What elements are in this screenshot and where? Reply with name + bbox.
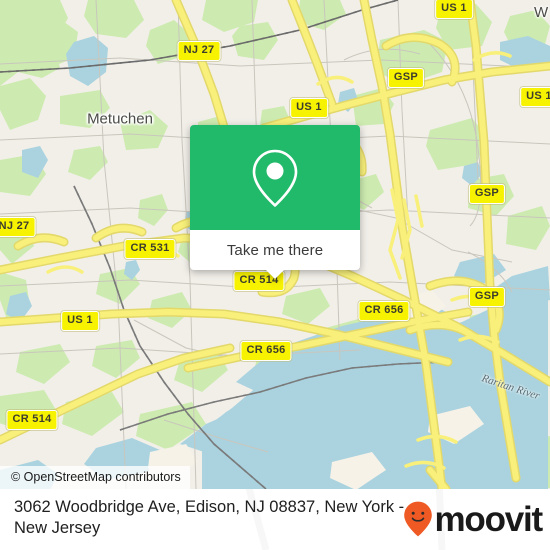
road-shield-nj-27[interactable]: NJ 27 [177,41,221,61]
address-text: 3062 Woodbridge Ave, Edison, NJ 08837, N… [14,498,405,538]
road-shield-us-1[interactable]: US 1 [290,98,328,118]
location-pin-icon [252,149,298,207]
road-shield-cr-656[interactable]: CR 656 [240,341,292,361]
road-shield-gsp[interactable]: GSP [468,287,506,307]
osm-attribution[interactable]: © OpenStreetMap contributors [0,466,190,489]
road-shield-gsp[interactable]: GSP [387,68,425,88]
road-shield-nj-27[interactable]: NJ 27 [0,217,36,237]
destination-popup-card[interactable]: Take me there [190,125,360,279]
road-shield-cr-514[interactable]: CR 514 [6,410,58,430]
road-shield-gsp[interactable]: GSP [468,184,506,204]
road-shield-us-1[interactable]: US 1 [435,0,473,19]
edge-label-woodbridge: W [534,4,549,21]
moovit-logo[interactable]: moovit [403,499,543,539]
road-shield-us-1[interactable]: US 1 [520,87,550,107]
road-shield-cr-531[interactable]: CR 531 [124,239,176,259]
map-canvas[interactable]: Metuchen Raritan River W NJ 27 US 1 GSP … [0,0,550,489]
popup-image-area [190,125,360,230]
footer-bar: 3062 Woodbridge Ave, Edison, NJ 08837, N… [0,489,550,550]
road-shield-us-1[interactable]: US 1 [61,311,99,331]
take-me-there-button[interactable]: Take me there [190,230,360,279]
popup-pointer-tail [266,270,284,279]
moovit-pin-smiley-icon [404,501,433,537]
road-shield-cr-656[interactable]: CR 656 [358,301,410,321]
take-me-there-label: Take me there [226,241,324,259]
moovit-wordmark: moovit [434,499,543,539]
footer-content: 3062 Woodbridge Ave, Edison, NJ 08837, N… [0,489,550,550]
place-label-metuchen: Metuchen [87,110,153,128]
map-screenshot: Metuchen Raritan River W NJ 27 US 1 GSP … [0,0,550,550]
